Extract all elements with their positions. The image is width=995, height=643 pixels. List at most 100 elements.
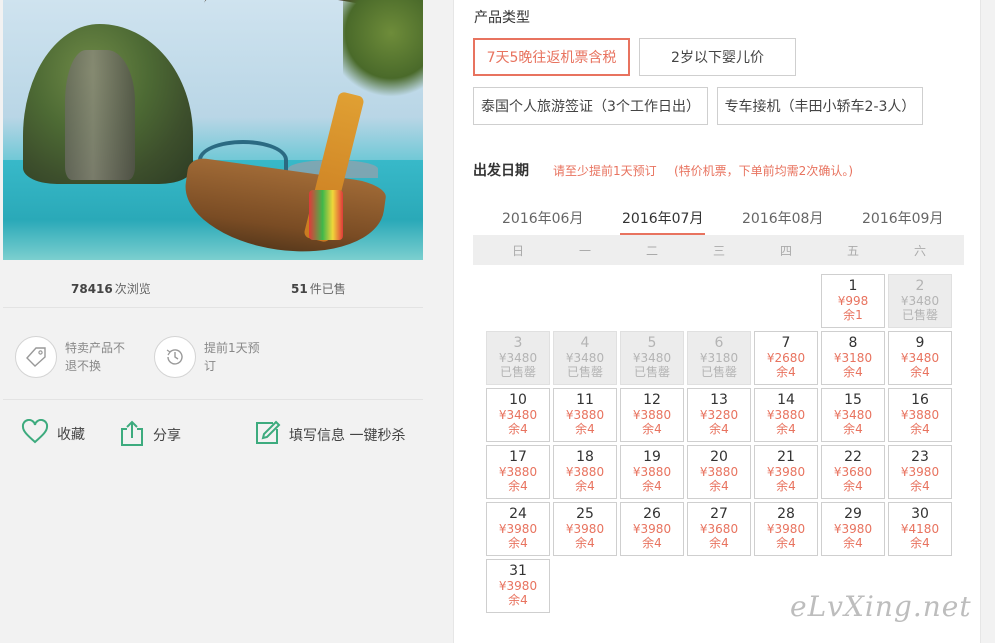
day-stock: 余1 <box>843 308 863 322</box>
calendar-day[interactable]: 30 ¥4180 余4 <box>888 502 952 556</box>
day-price: ¥3880 <box>699 465 739 479</box>
day-number: 16 <box>911 392 929 408</box>
share-button[interactable]: 分享 <box>119 419 181 451</box>
booking-note: 请至少提前1天预订 <box>553 164 657 178</box>
day-stock: 余4 <box>575 422 595 436</box>
calendar-day[interactable]: 1 ¥998 余1 <box>821 274 885 328</box>
calendar-day-soldout: 4 ¥3480 已售罄 <box>553 331 617 385</box>
day-price: ¥3880 <box>565 465 605 479</box>
calendar-day[interactable]: 18 ¥3880 余4 <box>553 445 617 499</box>
day-price: ¥3880 <box>565 408 605 422</box>
product-actions: 收藏 分享 填写信息 一键秒杀 <box>3 415 423 455</box>
day-price: ¥3980 <box>565 522 605 536</box>
calendar-day[interactable]: 29 ¥3980 余4 <box>821 502 885 556</box>
day-number: 24 <box>509 506 527 522</box>
tab-month-2016-07[interactable]: 2016年07月 <box>619 208 706 236</box>
weekday-label: 日 <box>511 244 524 258</box>
calendar-day[interactable]: 9 ¥3480 余4 <box>888 331 952 385</box>
calendar-day[interactable]: 24 ¥3980 余4 <box>486 502 550 556</box>
calendar-day[interactable]: 27 ¥3680 余4 <box>687 502 751 556</box>
day-number: 2 <box>915 278 925 294</box>
sold-count: 51 件已售 <box>291 282 346 296</box>
calendar-day[interactable]: 21 ¥3980 余4 <box>754 445 818 499</box>
tab-month-2016-09[interactable]: 2016年09月 <box>862 208 943 228</box>
calendar-day[interactable]: 8 ¥3180 余4 <box>821 331 885 385</box>
calendar-day[interactable]: 17 ¥3880 余4 <box>486 445 550 499</box>
day-price: ¥3480 <box>498 351 538 365</box>
day-price: ¥3180 <box>833 351 873 365</box>
day-price: ¥3480 <box>833 408 873 422</box>
tag-icon <box>15 336 57 378</box>
option-airport-pickup[interactable]: 专车接机（丰田小轿车2-3人） <box>717 87 923 125</box>
day-number: 30 <box>911 506 929 522</box>
weekday-label: 三 <box>712 244 725 258</box>
day-price: ¥3980 <box>498 579 538 593</box>
day-price: ¥3880 <box>900 408 940 422</box>
calendar-day[interactable]: 12 ¥3880 余4 <box>620 388 684 442</box>
calendar-day[interactable]: 20 ¥3880 余4 <box>687 445 751 499</box>
day-price: ¥3480 <box>498 408 538 422</box>
day-price: ¥3180 <box>699 351 739 365</box>
day-number: 17 <box>509 449 527 465</box>
calendar-day-soldout: 5 ¥3480 已售罄 <box>620 331 684 385</box>
day-price: ¥3980 <box>498 522 538 536</box>
calendar-day[interactable]: 22 ¥3680 余4 <box>821 445 885 499</box>
option-flight-package[interactable]: 7天5晚往返机票含税 <box>473 38 630 76</box>
weekday-label: 四 <box>779 244 792 258</box>
tab-month-2016-08[interactable]: 2016年08月 <box>742 208 823 228</box>
day-stock: 余4 <box>508 536 528 550</box>
option-infant-price[interactable]: 2岁以下婴儿价 <box>639 38 796 76</box>
day-stock: 已售罄 <box>633 365 670 379</box>
calendar-day[interactable]: 10 ¥3480 余4 <box>486 388 550 442</box>
day-price: ¥3680 <box>833 465 873 479</box>
quick-buy-button[interactable]: 填写信息 一键秒杀 <box>253 419 405 451</box>
day-number: 29 <box>844 506 862 522</box>
day-number: 18 <box>576 449 594 465</box>
weekday-label: 五 <box>846 244 859 258</box>
day-stock: 余4 <box>776 479 796 493</box>
day-price: ¥3980 <box>833 522 873 536</box>
calendar-day[interactable]: 23 ¥3980 余4 <box>888 445 952 499</box>
booking-panel: 产品类型 7天5晚往返机票含税 2岁以下婴儿价 泰国个人旅游签证（3个工作日出）… <box>453 0 981 643</box>
departure-date-title: 出发日期 <box>473 163 529 179</box>
heart-icon <box>21 418 49 449</box>
calendar-day-soldout: 3 ¥3480 已售罄 <box>486 331 550 385</box>
calendar-day[interactable]: 28 ¥3980 余4 <box>754 502 818 556</box>
day-number: 27 <box>710 506 728 522</box>
day-number: 4 <box>580 335 590 351</box>
day-price: ¥3280 <box>699 408 739 422</box>
calendar-day-soldout: 6 ¥3180 已售罄 <box>687 331 751 385</box>
calendar-day[interactable]: 7 ¥2680 余4 <box>754 331 818 385</box>
day-number: 5 <box>647 335 657 351</box>
day-number: 7 <box>781 335 791 351</box>
favorite-button[interactable]: 收藏 <box>21 418 85 449</box>
day-stock: 余4 <box>642 479 662 493</box>
day-number: 21 <box>777 449 795 465</box>
calendar-day[interactable]: 13 ¥3280 余4 <box>687 388 751 442</box>
day-stock: 余4 <box>843 422 863 436</box>
calendar-day[interactable]: 15 ¥3480 余4 <box>821 388 885 442</box>
day-stock: 余4 <box>508 479 528 493</box>
calendar-day[interactable]: 31 ¥3980 余4 <box>486 559 550 613</box>
day-price: ¥998 <box>837 294 869 308</box>
day-number: 25 <box>576 506 594 522</box>
day-number: 19 <box>643 449 661 465</box>
calendar-day[interactable]: 16 ¥3880 余4 <box>888 388 952 442</box>
tab-month-2016-06[interactable]: 2016年06月 <box>502 208 583 228</box>
day-stock: 已售罄 <box>700 365 737 379</box>
day-price: ¥3480 <box>900 294 940 308</box>
calendar-day[interactable]: 25 ¥3980 余4 <box>553 502 617 556</box>
edit-icon <box>253 419 281 451</box>
option-thai-visa[interactable]: 泰国个人旅游签证（3个工作日出） <box>473 87 708 125</box>
day-stock: 余4 <box>910 365 930 379</box>
day-stock: 余4 <box>910 422 930 436</box>
day-price: ¥3980 <box>900 465 940 479</box>
calendar-day[interactable]: 19 ¥3880 余4 <box>620 445 684 499</box>
calendar-day[interactable]: 26 ¥3980 余4 <box>620 502 684 556</box>
day-stock: 已售罄 <box>901 308 938 322</box>
day-stock: 余4 <box>642 422 662 436</box>
calendar-day[interactable]: 11 ¥3880 余4 <box>553 388 617 442</box>
day-price: ¥3980 <box>766 465 806 479</box>
day-stock: 余4 <box>910 479 930 493</box>
calendar-day[interactable]: 14 ¥3880 余4 <box>754 388 818 442</box>
